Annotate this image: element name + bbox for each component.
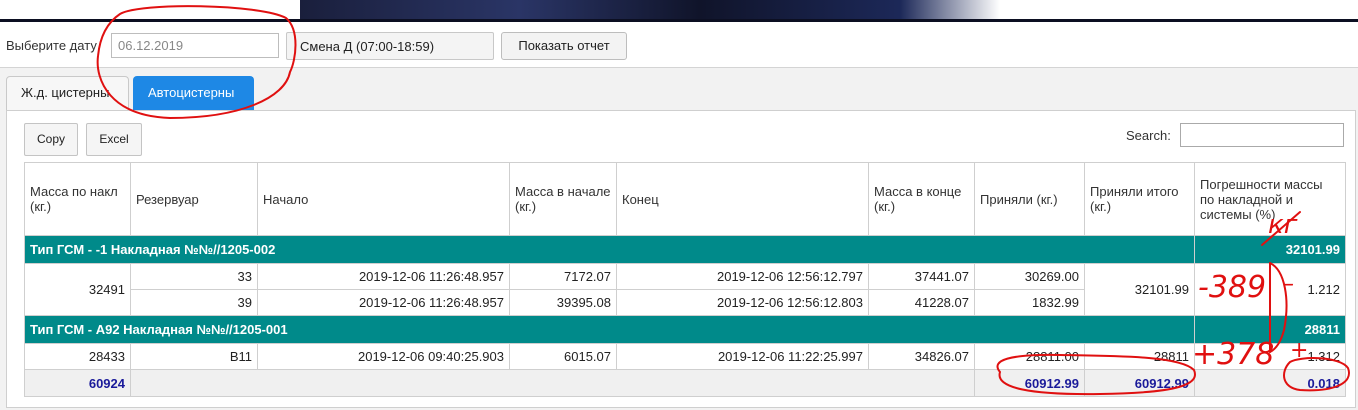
cell-end: 2019-12-06 12:56:12.803	[616, 289, 869, 316]
col-header[interactable]: Погрешности массы по накладной и системы…	[1194, 162, 1346, 236]
tab-tank-trucks[interactable]: Автоцистерны	[133, 76, 254, 110]
cell-received: 28811.00	[974, 343, 1085, 370]
report-table: Масса по накл (кг.) Резервуар Начало Мас…	[24, 162, 1346, 397]
table-row: 28433 В11 2019-12-06 09:40:25.903 6015.0…	[24, 343, 1346, 370]
filter-bar: Выберите дату Смена Д (07:00-18:59) Пока…	[0, 22, 1358, 68]
copy-button[interactable]: Copy	[24, 123, 78, 156]
excel-button[interactable]: Excel	[86, 123, 142, 156]
table-footer-row: 60924 60912.99 60912.99 0.018	[24, 369, 1346, 397]
cell-mass-start: 39395.08	[509, 289, 617, 316]
cell-start: 2019-12-06 09:40:25.903	[257, 343, 510, 370]
cell-mass-end: 34826.07	[868, 343, 975, 370]
cell-mass-start: 6015.07	[509, 343, 617, 370]
group-row: Тип ГСМ - -1 Накладная №№//1205-002 3210…	[24, 235, 1346, 264]
cell-reservoir: В11	[130, 343, 258, 370]
shift-select[interactable]: Смена Д (07:00-18:59)	[286, 32, 494, 60]
cell-end: 2019-12-06 12:56:12.797	[616, 263, 869, 290]
col-header[interactable]: Конец	[616, 162, 869, 236]
cell-reservoir: 33	[130, 263, 258, 290]
cell-mass-end: 41228.07	[868, 289, 975, 316]
footer-empty	[130, 369, 975, 397]
date-label: Выберите дату	[6, 38, 97, 53]
footer-error: 0.018	[1194, 369, 1346, 397]
cell-mass-nakl: 32491	[24, 263, 131, 316]
cell-start: 2019-12-06 11:26:48.957	[257, 289, 510, 316]
col-header[interactable]: Масса в начале (кг.)	[509, 162, 617, 236]
group-title: Тип ГСМ - -1 Накладная №№//1205-002	[24, 235, 1195, 264]
date-input[interactable]	[111, 33, 279, 58]
show-report-button[interactable]: Показать отчет	[501, 32, 627, 60]
footer-received: 60912.99	[974, 369, 1085, 397]
group-total: 32101.99	[1194, 235, 1346, 264]
col-header[interactable]: Начало	[257, 162, 510, 236]
group-row: Тип ГСМ - А92 Накладная №№//1205-001 288…	[24, 315, 1346, 344]
cell-mass-end: 37441.07	[868, 263, 975, 290]
table-header-row: Масса по накл (кг.) Резервуар Начало Мас…	[24, 162, 1346, 236]
col-header[interactable]: Масса по накл (кг.)	[24, 162, 131, 236]
browser-top-band	[0, 0, 1358, 22]
cell-received-total: 28811	[1084, 343, 1195, 370]
footer-mass-nakl: 60924	[24, 369, 131, 397]
col-header[interactable]: Приняли итого (кг.)	[1084, 162, 1195, 236]
cell-reservoir: 39	[130, 289, 258, 316]
group-title: Тип ГСМ - А92 Накладная №№//1205-001	[24, 315, 1195, 344]
cell-received: 30269.00	[974, 263, 1085, 290]
search-input[interactable]	[1180, 123, 1344, 147]
cell-start: 2019-12-06 11:26:48.957	[257, 263, 510, 290]
cell-error: 1.212	[1194, 263, 1346, 316]
footer-received-total: 60912.99	[1084, 369, 1195, 397]
cell-received: 1832.99	[974, 289, 1085, 316]
tab-content: Copy Excel Search: Масса по накл (кг.) Р…	[6, 110, 1356, 408]
table-row: 32491 33 2019-12-06 11:26:48.957 7172.07…	[24, 263, 1346, 316]
col-header[interactable]: Масса в конце (кг.)	[868, 162, 975, 236]
cell-mass-start: 7172.07	[509, 263, 617, 290]
col-header[interactable]: Резервуар	[130, 162, 258, 236]
tab-rail-tanks[interactable]: Ж.д. цистерны	[6, 76, 129, 110]
group-total: 28811	[1194, 315, 1346, 344]
cell-error: 1.312	[1194, 343, 1346, 370]
cell-end: 2019-12-06 11:22:25.997	[616, 343, 869, 370]
search-label: Search:	[1126, 128, 1171, 143]
col-header[interactable]: Приняли (кг.)	[974, 162, 1085, 236]
cell-mass-nakl: 28433	[24, 343, 131, 370]
cell-received-total: 32101.99	[1084, 263, 1195, 316]
tab-panel: Ж.д. цистерны Автоцистерны Copy Excel Se…	[0, 67, 1358, 410]
